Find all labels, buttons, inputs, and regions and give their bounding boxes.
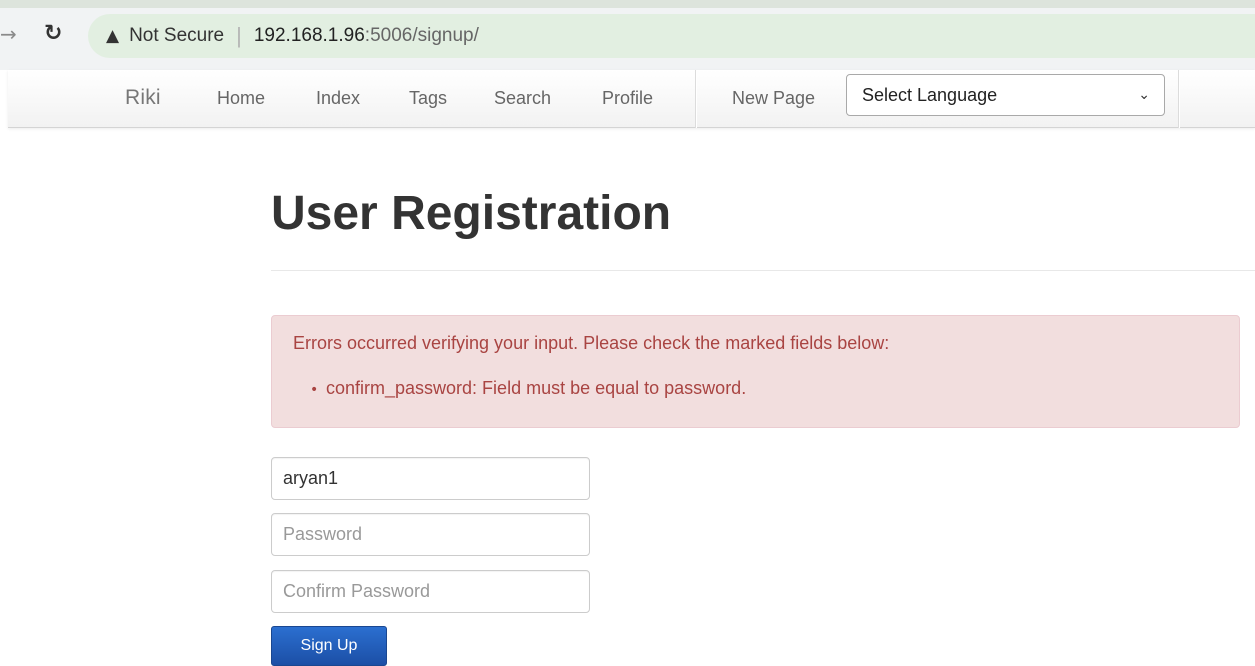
browser-toolbar: → ↻ ▲ Not Secure | 192.168.1.96:5006/sig… [0,0,1255,70]
nav-divider [1178,70,1179,128]
site-navbar: Riki Home Index Tags Search Profile New … [8,70,1255,128]
window-edge [0,0,1255,8]
nav-link-tags[interactable]: Tags [409,88,447,109]
page-title: User Registration [271,187,672,240]
brand-logo[interactable]: Riki [125,86,161,110]
nav-divider [695,70,696,128]
username-field[interactable]: aryan1 [271,457,590,500]
url-host: 192.168.1.96 [253,25,365,46]
warning-icon[interactable]: ▲ [106,26,119,46]
chevron-down-icon: ⌄ [1138,87,1150,103]
language-select-value: Select Language [862,85,998,105]
alert-list-item: • confirm_password: Field must be equal t… [310,378,746,399]
address-separator: | [236,23,242,48]
address-bar[interactable]: ▲ Not Secure | 192.168.1.96:5006/signup/ [88,14,1255,58]
forward-arrow-icon[interactable]: → [0,22,17,46]
alert-item-text: confirm_password: Field must be equal to… [326,378,747,398]
language-select[interactable]: Select Language ⌄ [846,74,1165,116]
password-field[interactable]: Password [271,513,590,556]
nav-link-home[interactable]: Home [217,88,265,109]
url-path: :5006/signup/ [364,25,479,46]
reload-icon[interactable]: ↻ [44,20,70,48]
sign-up-button[interactable]: Sign Up [271,626,387,666]
confirm-password-field[interactable]: Confirm Password [271,570,590,613]
alert-message: Errors occurred verifying your input. Pl… [293,333,890,353]
error-alert: Errors occurred verifying your input. Pl… [271,315,1240,428]
title-divider [271,270,1255,271]
bullet-icon: • [310,382,319,398]
nav-link-profile[interactable]: Profile [602,88,653,109]
nav-link-new-page[interactable]: New Page [732,88,815,109]
nav-link-search[interactable]: Search [494,88,551,109]
nav-link-index[interactable]: Index [316,88,360,109]
not-secure-label[interactable]: Not Secure [129,25,224,47]
